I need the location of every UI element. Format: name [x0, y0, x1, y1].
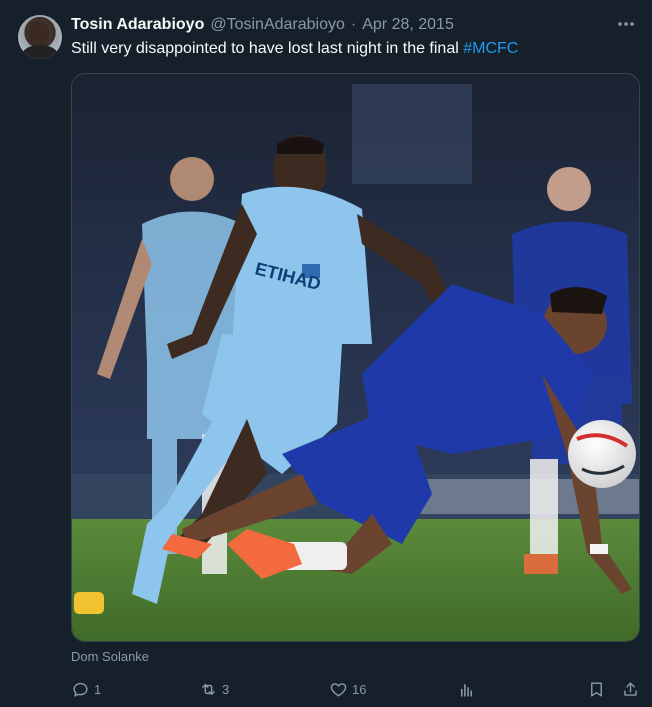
tweet-body: Still very disappointed to have lost las… [71, 40, 464, 57]
more-options-button[interactable] [614, 14, 638, 34]
retweet-count: 3 [222, 681, 230, 697]
tweet: Tosin Adarabioyo @TosinAdarabioyo · Apr … [0, 0, 652, 707]
share-button[interactable] [621, 676, 640, 702]
hashtag-link[interactable]: #MCFC [463, 40, 518, 57]
separator-dot: · [350, 16, 357, 33]
reply-icon [73, 682, 88, 697]
display-name[interactable]: Tosin Adarabioyo [71, 16, 204, 34]
share-icon [624, 681, 637, 696]
football-photo: ETIHAD [72, 74, 639, 641]
tweet-text: Still very disappointed to have lost las… [71, 39, 631, 59]
user-handle[interactable]: @TosinAdarabioyo [210, 16, 345, 34]
match-ball [568, 420, 636, 488]
retweet-button[interactable]: 3 [199, 676, 229, 702]
bookmark-icon [591, 681, 602, 697]
avatar[interactable] [18, 15, 62, 59]
tweet-photo[interactable]: ETIHAD [71, 73, 640, 642]
bookmark-button[interactable] [587, 676, 606, 702]
like-count: 16 [352, 681, 367, 697]
views-button[interactable] [457, 676, 476, 702]
reply-count: 1 [94, 681, 102, 697]
retweet-icon [202, 683, 215, 695]
action-bar: 1 3 16 [71, 676, 643, 702]
like-icon [330, 682, 347, 697]
like-button[interactable]: 16 [329, 676, 366, 702]
more-icon [618, 22, 634, 26]
tweet-header: Tosin Adarabioyo @TosinAdarabioyo · Apr … [71, 14, 454, 36]
tweet-date[interactable]: Apr 28, 2015 [362, 16, 454, 34]
crowd-highlight [352, 84, 472, 184]
avatar-face [29, 21, 49, 47]
views-icon [460, 683, 473, 697]
media-caption[interactable]: Dom Solanke [71, 649, 149, 664]
avatar-shoulders [22, 45, 58, 59]
reply-button[interactable]: 1 [71, 676, 101, 702]
